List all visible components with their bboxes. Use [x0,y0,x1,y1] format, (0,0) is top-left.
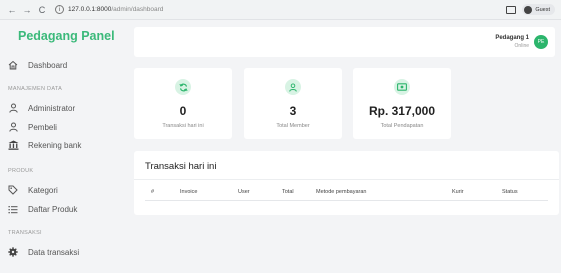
forward-icon[interactable]: → [21,4,33,16]
home-icon [7,60,19,70]
address-bar[interactable]: i 127.0.0.1:8000/admin/dashboard [55,3,495,17]
back-icon[interactable]: ← [6,4,18,16]
column-header[interactable]: Kurir [452,189,464,195]
gear-icon [7,247,19,257]
stat-card-pendapatan: Rp. 317,000 Total Pendapatan [353,68,451,139]
brand-title[interactable]: Pedagang Panel [18,29,115,43]
sidebar-section-title: MANAJEMEN DATA [8,86,63,92]
sidebar: Pedagang Panel Dashboard MANAJEMEN DATA … [0,20,128,273]
sidebar-item-kategori[interactable]: Kategori [7,184,58,196]
sidebar-item-label: Rekening bank [28,140,82,150]
avatar[interactable]: PE [534,35,548,49]
column-header[interactable]: Invoice [180,189,197,195]
stat-label: Total Member [276,123,310,129]
sidebar-item-label: Pembeli [28,122,57,132]
sidebar-item-label: Data transaksi [28,247,80,257]
divider [134,179,559,180]
stat-card-transaksi: 0 Transaksi hari ini [134,68,232,139]
browser-toolbar: ← → C i 127.0.0.1:8000/admin/dashboard G… [0,0,561,20]
list-icon [7,205,19,214]
money-icon [394,79,410,95]
table-header-divider [145,200,548,201]
sidebar-item-administrator[interactable]: Administrator [7,102,75,114]
transactions-panel: Transaksi hari ini # Invoice User Total … [134,151,559,215]
user-icon [7,103,19,113]
stat-value: 0 [179,104,187,118]
stat-label: Total Pendapatan [380,123,424,129]
sidebar-item-dashboard[interactable]: Dashboard [7,59,67,71]
sidebar-item-label: Daftar Produk [28,204,78,214]
column-header[interactable]: Status [502,189,518,195]
bank-icon [7,140,19,150]
sidebar-item-data-transaksi[interactable]: Data transaksi [7,246,79,258]
column-header[interactable]: Total [282,189,294,195]
top-bar: Pedagang 1 Online PE [134,27,555,57]
user-icon [7,122,19,132]
column-header[interactable]: User [238,189,250,195]
url-path: /admin/dashboard [111,6,164,13]
user-status: Online [514,43,529,49]
panel-title: Transaksi hari ini [145,161,217,172]
profile-avatar-icon [524,5,533,14]
stat-value: Rp. 317,000 [368,104,436,118]
sidebar-item-rekening-bank[interactable]: Rekening bank [7,139,81,151]
refresh-icon [175,79,191,95]
sidebar-section-title: PRODUK [8,168,34,174]
sidebar-item-pembeli[interactable]: Pembeli [7,121,57,133]
tag-icon [7,185,19,195]
url-host: 127.0.0.1:8000 [68,6,112,13]
user-icon [285,79,301,95]
column-header[interactable]: # [151,189,154,195]
stat-label: Transaksi hari ini [162,123,204,129]
profile-button[interactable]: Guest [522,4,555,15]
stat-card-member: 3 Total Member [244,68,342,139]
sidebar-item-label: Kategori [28,185,58,195]
user-name[interactable]: Pedagang 1 [495,35,529,41]
reload-icon[interactable]: C [36,4,48,16]
site-info-icon[interactable]: i [55,5,64,14]
side-panel-icon[interactable] [506,5,517,14]
sidebar-section-title: TRANSAKSI [8,230,42,236]
profile-label: Guest [535,6,550,13]
sidebar-item-daftar-produk[interactable]: Daftar Produk [7,203,77,215]
sidebar-item-label: Dashboard [28,60,68,70]
column-header[interactable]: Metode pembayaran [316,189,366,195]
sidebar-item-label: Administrator [28,103,76,113]
stat-value: 3 [289,104,297,118]
